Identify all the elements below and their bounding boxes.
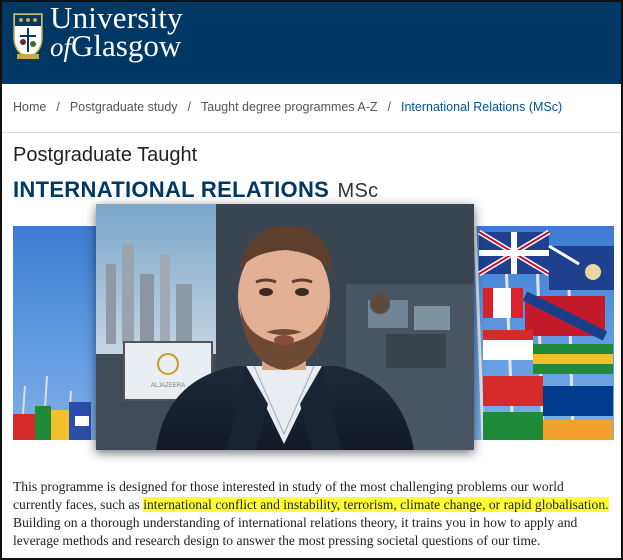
breadcrumb-home[interactable]: Home xyxy=(13,100,46,114)
page-frame: University ofGlasgow Home / Postgraduate s… xyxy=(0,0,623,560)
breadcrumb-separator: / xyxy=(187,100,192,114)
breadcrumb: Home / Postgraduate study / Taught degree pr… xyxy=(13,100,562,114)
highlighted-topics: international conflict and instability, … xyxy=(143,496,609,512)
brand-of: of xyxy=(50,32,72,62)
breadcrumb-separator: / xyxy=(387,100,391,114)
programme-description: This programme is designed for those int… xyxy=(13,478,613,550)
degree-type: MSc xyxy=(337,180,379,202)
programme-name: INTERNATIONAL RELATIONS xyxy=(13,177,330,202)
university-wordmark[interactable]: University ofGlasgow xyxy=(50,2,183,62)
page-title: INTERNATIONAL RELATIONS MSc xyxy=(13,177,378,203)
video-frame-illustration: ALJAZEERA xyxy=(96,204,474,450)
video-player[interactable]: ALJAZEERA xyxy=(96,204,474,450)
breadcrumb-taught-programmes[interactable]: Taught degree programmes A-Z xyxy=(201,100,377,114)
breadcrumb-postgraduate-study[interactable]: Postgraduate study xyxy=(70,100,178,114)
right-flags xyxy=(473,226,614,440)
page-subtitle: Postgraduate Taught xyxy=(13,144,198,166)
breadcrumb-separator: / xyxy=(56,100,60,114)
brand-glasgow: Glasgow xyxy=(71,28,182,63)
breadcrumb-current: International Relations (MSc) xyxy=(401,100,563,114)
description-text-2: Building on a thorough understanding of … xyxy=(13,514,578,548)
brand-line2: ofGlasgow xyxy=(50,30,183,62)
screen-logo: ALJAZEERA xyxy=(151,383,185,389)
divider xyxy=(2,132,621,133)
left-flags xyxy=(13,375,91,440)
university-crest-icon[interactable] xyxy=(11,8,45,62)
site-header: University ofGlasgow xyxy=(2,2,621,84)
